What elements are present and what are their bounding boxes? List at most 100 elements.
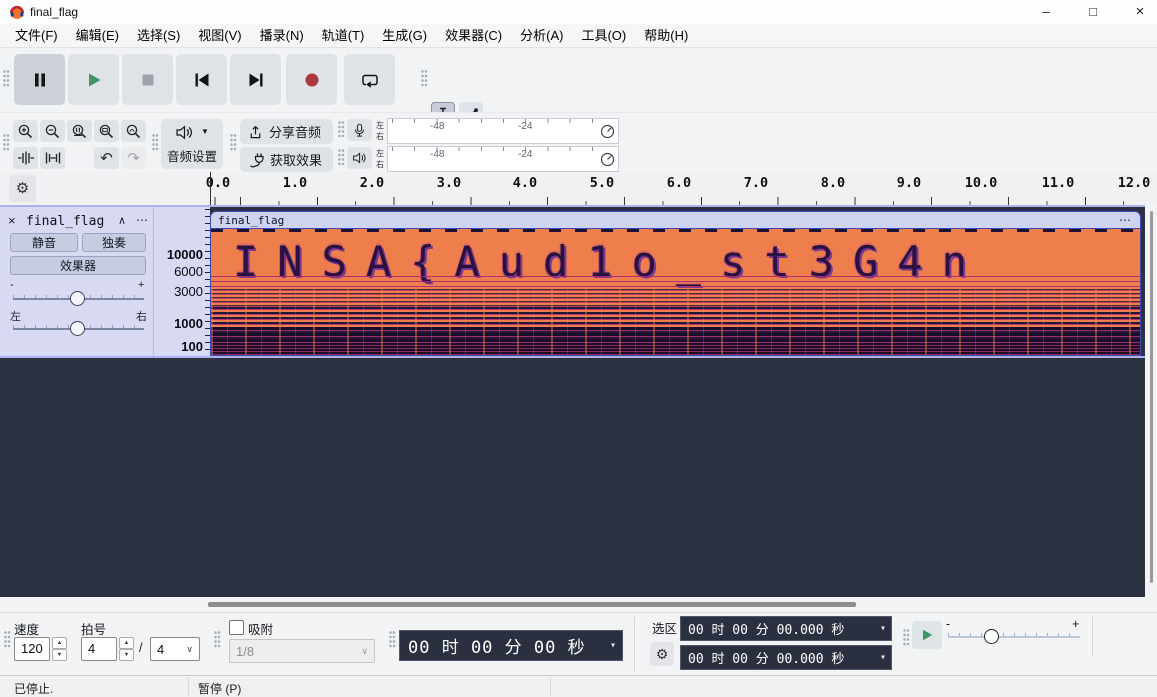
- frequency-ruler[interactable]: 10000 6000 3000 1000 100: [153, 207, 210, 356]
- menu-tracks[interactable]: 轨道(T): [313, 24, 374, 47]
- clip-menu-button[interactable]: ⋯: [1119, 213, 1132, 227]
- menu-view[interactable]: 视图(V): [189, 24, 250, 47]
- record-meter-grip[interactable]: [338, 121, 345, 137]
- time-display[interactable]: 00 时 00 分 00 秒 ▾: [399, 630, 623, 661]
- track-menu-button[interactable]: ⋯: [136, 213, 149, 227]
- tempo-spin-arrows[interactable]: ▲ ▼: [52, 637, 67, 661]
- audio-clip[interactable]: final_flag ⋯ INSA{Aud1o_st3G4n: [210, 211, 1141, 356]
- audio-setup-button[interactable]: ▼ 音频设置: [161, 119, 223, 169]
- spectrogram[interactable]: INSA{Aud1o_st3G4n: [210, 229, 1141, 356]
- redo-button[interactable]: ↷: [121, 147, 146, 169]
- tools-toolbar-grip[interactable]: [421, 70, 428, 88]
- share-grip[interactable]: [230, 134, 237, 152]
- zoom-fit-project-button[interactable]: [94, 120, 119, 142]
- zoom-selection-button[interactable]: [67, 120, 92, 142]
- horizontal-scrollbar[interactable]: [0, 597, 1157, 612]
- silence-audio-button[interactable]: [40, 147, 65, 169]
- minimize-button[interactable]: –: [1024, 0, 1068, 24]
- play-button[interactable]: [68, 54, 119, 105]
- track-name[interactable]: final_flag: [26, 214, 104, 229]
- transport-toolbar: [0, 48, 1157, 154]
- playback-meter[interactable]: -48 -24: [387, 146, 619, 172]
- playback-meter-button[interactable]: [347, 147, 372, 169]
- mute-button[interactable]: 静音: [10, 233, 78, 252]
- menu-select[interactable]: 选择(S): [128, 24, 189, 47]
- skip-to-end-button[interactable]: [230, 54, 281, 105]
- gain-plus-label: +: [138, 279, 145, 291]
- selection-options-button[interactable]: ⚙: [650, 642, 674, 666]
- maximize-button[interactable]: □: [1071, 0, 1115, 24]
- record-button[interactable]: [286, 54, 337, 105]
- spin-up-icon[interactable]: ▲: [52, 637, 67, 649]
- undo-icon: ↶: [100, 149, 113, 167]
- timesig-lower-combo[interactable]: 4 ∨: [150, 637, 200, 661]
- play-speed-grip[interactable]: [903, 629, 910, 647]
- pan-left-label: 左: [10, 311, 21, 323]
- spin-down-icon[interactable]: ▼: [52, 649, 67, 661]
- pan-slider-thumb[interactable]: [70, 321, 85, 336]
- selection-end-field[interactable]: 00 时 00 分 00.000 秒 ▾: [680, 645, 892, 670]
- zoom-out-button[interactable]: [40, 120, 65, 142]
- menu-tools[interactable]: 工具(O): [572, 24, 635, 47]
- vertical-scrollbar-thumb[interactable]: [1150, 211, 1153, 583]
- loop-button[interactable]: [344, 54, 395, 105]
- skip-to-start-button[interactable]: [176, 54, 227, 105]
- gain-slider-thumb[interactable]: [70, 291, 85, 306]
- snap-combo[interactable]: 1/8 ∨: [229, 639, 375, 663]
- record-meter-button[interactable]: [347, 119, 372, 141]
- timesig-upper-value[interactable]: 4: [81, 637, 117, 661]
- spin-up-icon[interactable]: ▲: [119, 637, 134, 649]
- playback-meter-grip[interactable]: [338, 149, 345, 165]
- menu-file[interactable]: 文件(F): [6, 24, 67, 47]
- snap-toolbar-grip[interactable]: [214, 631, 221, 649]
- record-meter-scale-ticks: [392, 119, 614, 123]
- play-at-speed-button[interactable]: [912, 621, 942, 649]
- track-canvas[interactable]: × final_flag ∧ ⋯ 静音 独奏 效果器 - + 左 右 10000…: [0, 205, 1145, 597]
- time-display-grip[interactable]: [389, 631, 396, 649]
- track-collapse-button[interactable]: ∧: [118, 214, 126, 227]
- share-audio-label: 分享音频: [269, 125, 322, 140]
- tempo-value[interactable]: 120: [14, 637, 50, 661]
- speed-slider-track[interactable]: [948, 636, 1080, 638]
- time-toolbar-grip[interactable]: [4, 631, 11, 649]
- track-effects-button[interactable]: 效果器: [10, 256, 146, 275]
- zoom-toggle-button[interactable]: [121, 120, 146, 142]
- timesig-spin-arrows[interactable]: ▲ ▼: [119, 637, 134, 661]
- track-close-button[interactable]: ×: [8, 213, 16, 228]
- pause-button[interactable]: [14, 54, 65, 105]
- timeline-ruler[interactable]: ⚙ 0.0 1.0 2.0 3.0 4.0 5.0 6.0 7.0 8.0 9.…: [0, 172, 1157, 205]
- speed-slider-thumb[interactable]: [984, 629, 999, 644]
- menu-help[interactable]: 帮助(H): [635, 24, 697, 47]
- menu-analyze[interactable]: 分析(A): [511, 24, 572, 47]
- trim-audio-icon: [17, 151, 34, 165]
- edit-toolbar-grip[interactable]: [3, 134, 10, 152]
- horizontal-scrollbar-thumb[interactable]: [208, 602, 856, 607]
- record-meter-dial-icon: [600, 124, 615, 139]
- menu-transport[interactable]: 播录(N): [251, 24, 313, 47]
- menu-generate[interactable]: 生成(G): [373, 24, 436, 47]
- transport-toolbar-grip[interactable]: [3, 70, 10, 88]
- close-button[interactable]: ×: [1118, 0, 1157, 24]
- ruler-label: 10.0: [964, 175, 998, 191]
- audacity-window: final_flag – □ × 文件(F) 编辑(E) 选择(S) 视图(V)…: [0, 0, 1157, 697]
- zoom-in-button[interactable]: [13, 120, 38, 142]
- menu-edit[interactable]: 编辑(E): [67, 24, 128, 47]
- undo-button[interactable]: ↶: [94, 147, 119, 169]
- stop-button[interactable]: [122, 54, 173, 105]
- divider: [1092, 617, 1093, 657]
- vertical-scrollbar[interactable]: [1145, 205, 1157, 597]
- snap-checkbox[interactable]: [229, 620, 244, 635]
- tempo-spinner[interactable]: 120 ▲ ▼: [14, 637, 67, 661]
- solo-button[interactable]: 独奏: [82, 233, 146, 252]
- audio-setup-grip[interactable]: [152, 134, 159, 152]
- get-effects-button[interactable]: 获取效果: [240, 147, 333, 172]
- record-meter[interactable]: -48 -24: [387, 118, 619, 144]
- share-audio-button[interactable]: 分享音频: [240, 119, 333, 144]
- timeline-options-button[interactable]: ⚙: [9, 175, 36, 202]
- trim-audio-button[interactable]: [13, 147, 38, 169]
- selection-start-field[interactable]: 00 时 00 分 00.000 秒 ▾: [680, 616, 892, 641]
- spin-down-icon[interactable]: ▼: [119, 649, 134, 661]
- timesig-upper-spinner[interactable]: 4 ▲ ▼: [81, 637, 134, 661]
- menu-effect[interactable]: 效果器(C): [436, 24, 511, 47]
- clip-header[interactable]: final_flag ⋯: [210, 211, 1141, 229]
